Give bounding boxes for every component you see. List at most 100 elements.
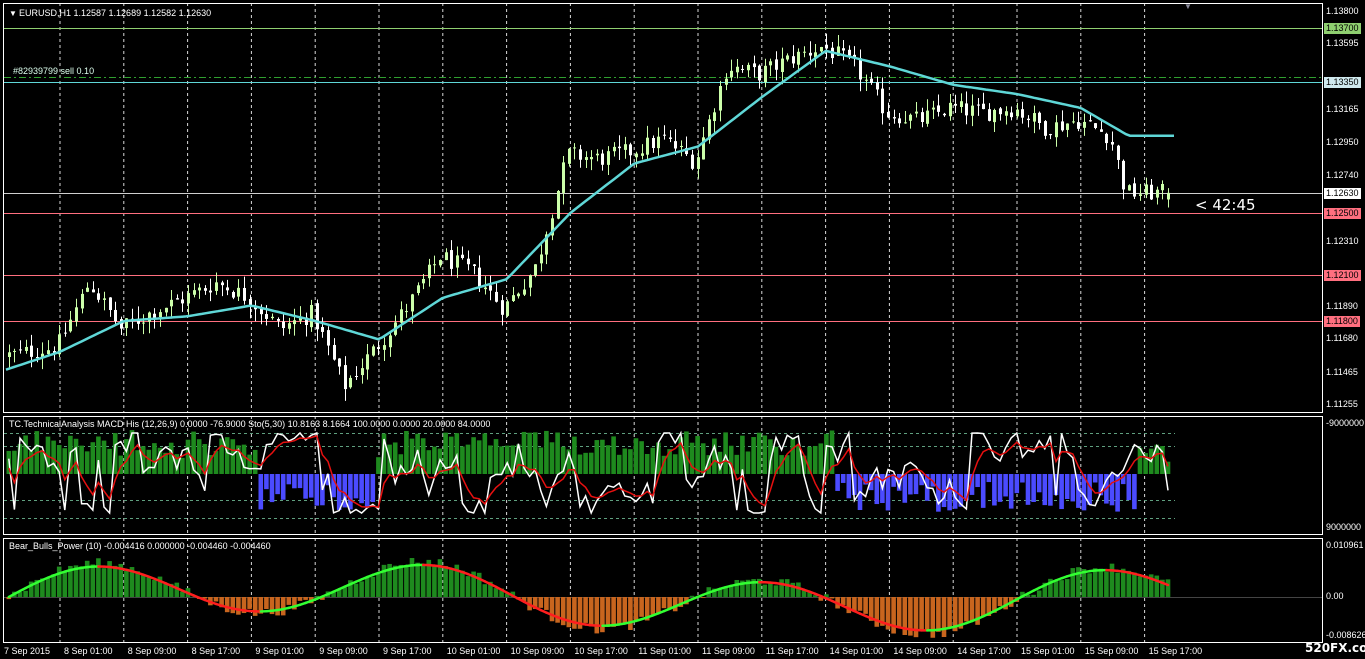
- candle-body: [674, 141, 677, 149]
- candle-body: [758, 65, 761, 81]
- macd-bar: [359, 474, 364, 504]
- macd-bar: [1132, 474, 1137, 510]
- macd-bar: [336, 474, 342, 510]
- macd-bar: [493, 439, 499, 474]
- macd-bar: [695, 436, 700, 474]
- macd-bar: [196, 439, 202, 474]
- candle-body: [747, 64, 750, 71]
- chart-canvas[interactable]: [0, 0, 1365, 659]
- power-bar: [628, 597, 633, 630]
- power-bar: [101, 568, 107, 597]
- time-tick-label: 15 Sep 01:00: [1021, 646, 1075, 656]
- power-bar: [566, 597, 572, 628]
- candle-body: [1055, 122, 1058, 138]
- candle-body: [932, 107, 935, 110]
- power-bar: [1064, 579, 1070, 597]
- price-tag: 1.13700: [1324, 23, 1361, 34]
- candle-body: [523, 289, 526, 295]
- candle-body: [1038, 112, 1041, 124]
- candle-body: [1145, 184, 1148, 195]
- candle-body: [557, 190, 560, 219]
- macd-bar: [1042, 474, 1048, 506]
- candle-body: [781, 58, 784, 72]
- symbol-dropdown-icon[interactable]: ▼: [9, 9, 17, 18]
- candle-body: [949, 102, 952, 117]
- candle-body: [271, 316, 274, 319]
- candle-body: [982, 103, 985, 110]
- macd-bar: [23, 435, 28, 474]
- candle-body: [965, 103, 968, 116]
- candle-body: [769, 61, 772, 66]
- power-bar: [980, 597, 986, 617]
- macd-bar: [275, 474, 280, 495]
- macd-bar: [1064, 474, 1070, 500]
- candle-body: [646, 137, 649, 155]
- candle-body: [181, 299, 184, 304]
- price-tag: 1.13350: [1324, 77, 1361, 88]
- time-tick-label: 14 Sep 09:00: [893, 646, 947, 656]
- candle-body: [327, 330, 330, 346]
- candle-body: [506, 301, 509, 316]
- candle-body: [825, 44, 828, 49]
- power-bar: [1092, 568, 1098, 597]
- candles: [8, 33, 1170, 401]
- power-bar: [79, 566, 84, 597]
- indicator1-axis-bottom: 9000000: [1326, 522, 1362, 532]
- power-bar: [96, 558, 101, 597]
- candle-body: [170, 299, 173, 307]
- macd-bar: [12, 450, 17, 474]
- macd-bar: [432, 446, 437, 474]
- scroll-arrow-icon[interactable]: ▼: [1184, 2, 1192, 11]
- candle-body: [293, 320, 296, 325]
- candle-body: [389, 335, 392, 348]
- candle-body: [1016, 109, 1019, 117]
- power-bar: [443, 565, 448, 597]
- power-bar: [611, 597, 616, 627]
- macd-bar: [997, 474, 1003, 502]
- candle-body: [19, 349, 22, 351]
- macd-bar: [90, 442, 96, 474]
- candle-body: [64, 332, 67, 334]
- candle-body: [590, 157, 593, 160]
- candle-body: [338, 358, 341, 367]
- price-tick-label: 1.11465: [1326, 367, 1358, 377]
- candle-body: [433, 264, 436, 266]
- price-tick-label: 1.11890: [1326, 301, 1358, 311]
- macd-bar: [936, 474, 941, 512]
- macd-bar: [751, 437, 756, 474]
- power-bar: [140, 574, 146, 597]
- candle-body: [456, 255, 459, 268]
- candle-body: [881, 88, 884, 114]
- power-bar: [432, 565, 437, 597]
- candle-body: [114, 309, 117, 322]
- macd-bar: [818, 443, 824, 474]
- candle-body: [613, 146, 616, 152]
- time-tick-label: 10 Sep 17:00: [574, 646, 628, 656]
- power-bar: [857, 597, 863, 611]
- power-bar: [370, 576, 376, 597]
- order-label[interactable]: #82939799 sell 0.10: [13, 66, 94, 77]
- candle-body: [422, 278, 425, 284]
- power-bar: [773, 585, 779, 597]
- macd-bar: [101, 440, 107, 474]
- candle-body: [859, 58, 862, 80]
- candle-body: [635, 153, 638, 158]
- candle-body: [1167, 192, 1170, 200]
- macd-bar: [745, 451, 751, 474]
- power-bar: [768, 583, 773, 597]
- macd-bar: [812, 445, 818, 474]
- indicator1-title: TC.TechnicalAnalysis MACD His (12,26,9) …: [9, 419, 491, 429]
- candle-body: [529, 275, 532, 288]
- candle-body: [501, 300, 504, 315]
- macd-bar: [258, 474, 264, 510]
- candle-body: [954, 103, 957, 106]
- macd-bar: [544, 430, 549, 474]
- price-tick-label: 1.13595: [1326, 38, 1359, 48]
- macd-bar: [628, 449, 633, 474]
- candle-body: [736, 66, 739, 73]
- candle-body: [226, 287, 229, 291]
- power-bar: [1098, 568, 1104, 597]
- power-bar: [863, 597, 868, 614]
- candle-body: [1128, 185, 1131, 191]
- candle-body: [439, 260, 442, 266]
